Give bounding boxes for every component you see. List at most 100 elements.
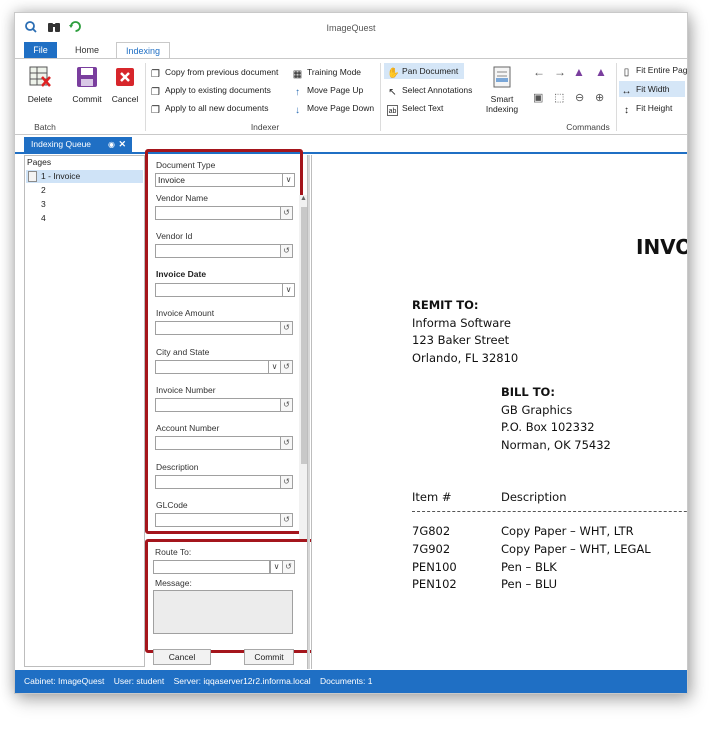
page-item[interactable]: 2: [26, 184, 143, 197]
zoom-in-icon[interactable]: ⊕: [595, 91, 604, 104]
thumbnail-icon[interactable]: ▣: [533, 91, 543, 104]
reset-icon[interactable]: ↺: [280, 244, 293, 258]
move-page-down-label: Move Page Down: [307, 103, 375, 113]
close-icon[interactable]: ✕: [118, 137, 126, 152]
page-label: 2: [41, 185, 46, 195]
reset-icon[interactable]: ↺: [282, 560, 295, 574]
line-item-description: Copy Paper – WHT, LTR: [501, 524, 634, 538]
pages-panel: Pages 1 - Invoice 2 3 4: [24, 155, 145, 667]
arrow-up-icon: ↑: [295, 87, 300, 98]
city-state-field[interactable]: [155, 360, 271, 374]
rotate-left-icon[interactable]: ▲: [573, 65, 585, 79]
bill-line: P.O. Box 102332: [501, 420, 595, 434]
cancel-ribbon-button[interactable]: Cancel: [109, 65, 141, 104]
apply-new-button[interactable]: ❐ Apply to all new documents: [150, 101, 268, 116]
move-page-down-button[interactable]: ↓ Move Page Down: [292, 101, 375, 116]
marquee-zoom-icon[interactable]: ⬚: [554, 91, 564, 104]
status-user: User: student: [113, 676, 165, 686]
fit-height-button[interactable]: ↕ Fit Height: [621, 101, 672, 116]
fit-page-icon: ▯: [623, 67, 630, 78]
select-text-button[interactable]: ab Select Text: [387, 101, 444, 116]
invoice-amount-field[interactable]: [155, 321, 285, 335]
smart-indexing-label-2: Indexing: [485, 104, 519, 114]
hand-icon: ✋: [387, 68, 400, 79]
training-mode-label: Training Mode: [307, 67, 362, 77]
description-field[interactable]: [155, 475, 285, 489]
page-item[interactable]: 3: [26, 198, 143, 211]
reset-icon[interactable]: ↺: [280, 436, 293, 450]
commit-form-button[interactable]: Commit: [244, 649, 294, 665]
document-type-label: Document Type: [156, 160, 216, 170]
delete-label: Delete: [27, 94, 53, 104]
fit-entire-page-button[interactable]: ▯ Fit Entire Pag: [621, 63, 687, 78]
reset-icon[interactable]: ↺: [280, 475, 293, 489]
smart-indexing-label-1: Smart: [490, 94, 514, 104]
move-page-up-button[interactable]: ↑ Move Page Up: [292, 83, 363, 98]
page-item[interactable]: 4: [26, 212, 143, 225]
document-icon: [28, 171, 37, 182]
account-number-label: Account Number: [156, 423, 220, 433]
item-column-header: Item #: [412, 490, 452, 504]
document-viewer[interactable]: INVOI REMIT TO: Informa Software 123 Bak…: [311, 155, 687, 669]
account-number-field[interactable]: [155, 436, 285, 450]
select-annotations-button[interactable]: ↖ Select Annotations: [387, 83, 473, 98]
invoice-date-field[interactable]: [155, 283, 295, 297]
fit-width-button[interactable]: ↔ Fit Width: [619, 81, 685, 97]
reset-icon[interactable]: ↺: [280, 360, 293, 374]
fit-height-icon: ↕: [624, 105, 629, 116]
prev-page-icon[interactable]: ←: [533, 65, 545, 79]
commit-label: Commit: [72, 94, 102, 104]
pages-title: Pages: [27, 157, 52, 167]
line-item-code: 7G902: [412, 542, 451, 556]
line-item-description: Copy Paper – WHT, LEGAL: [501, 542, 651, 556]
copy-icon: ❐: [151, 69, 160, 80]
page-label: 1 - Invoice: [41, 171, 81, 181]
reset-icon[interactable]: ↺: [280, 398, 293, 412]
reset-icon[interactable]: ↺: [280, 321, 293, 335]
select-annotations-label: Select Annotations: [402, 85, 473, 95]
rotate-right-icon[interactable]: ▲: [595, 65, 607, 79]
commit-button[interactable]: Commit: [71, 65, 103, 104]
select-text-label: Select Text: [402, 103, 444, 113]
training-mode-button[interactable]: ▦ Training Mode: [292, 65, 362, 80]
tab-file[interactable]: File: [24, 42, 57, 58]
cancel-button[interactable]: Cancel: [153, 649, 211, 665]
window-title: ImageQuest: [326, 23, 376, 33]
text-select-icon: ab: [387, 105, 398, 116]
document-type-select[interactable]: Invoice: [155, 173, 295, 187]
zoom-out-icon[interactable]: ⊖: [575, 91, 584, 104]
status-bar: Cabinet: ImageQuest User: student Server…: [15, 670, 687, 693]
message-field[interactable]: [153, 590, 293, 634]
route-to-field[interactable]: [153, 560, 270, 574]
status-cabinet: Cabinet: ImageQuest: [24, 676, 105, 686]
group-divider: [380, 63, 381, 131]
description-label: Description: [156, 462, 199, 472]
glcode-field[interactable]: [155, 513, 285, 527]
remit-line: 123 Baker Street: [412, 333, 510, 347]
chevron-down-icon[interactable]: ∨: [282, 173, 295, 187]
pin-icon[interactable]: ◉: [108, 137, 115, 152]
panel-splitter[interactable]: [307, 155, 310, 669]
tab-home[interactable]: Home: [69, 42, 105, 58]
training-mode-icon: ▦: [292, 69, 303, 80]
tab-indexing[interactable]: Indexing: [116, 42, 170, 58]
vendor-id-field[interactable]: [155, 244, 285, 258]
calendar-dropdown-icon[interactable]: ∨: [282, 283, 295, 297]
scroll-up-icon[interactable]: ▲: [300, 195, 307, 202]
pan-document-button[interactable]: ✋ Pan Document: [384, 63, 464, 79]
reset-icon[interactable]: ↺: [280, 206, 293, 220]
apply-existing-button[interactable]: ❐ Apply to existing documents: [150, 83, 271, 98]
indexing-queue-tab[interactable]: Indexing Queue ◉ ✕: [24, 137, 132, 152]
vendor-name-label: Vendor Name: [156, 193, 208, 203]
indexer-group-label: Indexer: [250, 122, 280, 132]
smart-indexing-button[interactable]: Smart Indexing: [483, 65, 521, 114]
vendor-name-field[interactable]: [155, 206, 285, 220]
invoice-number-field[interactable]: [155, 398, 285, 412]
delete-button[interactable]: Delete: [25, 65, 55, 104]
reset-icon[interactable]: ↺: [280, 513, 293, 527]
ribbon: Delete Commit Cancel Batch ❐ Copy from pr…: [15, 58, 687, 135]
copy-previous-button[interactable]: ❐ Copy from previous document: [150, 65, 278, 80]
title-bar: ImageQuest: [15, 13, 687, 41]
page-item[interactable]: 1 - Invoice: [26, 170, 143, 183]
next-page-icon[interactable]: →: [554, 65, 566, 79]
